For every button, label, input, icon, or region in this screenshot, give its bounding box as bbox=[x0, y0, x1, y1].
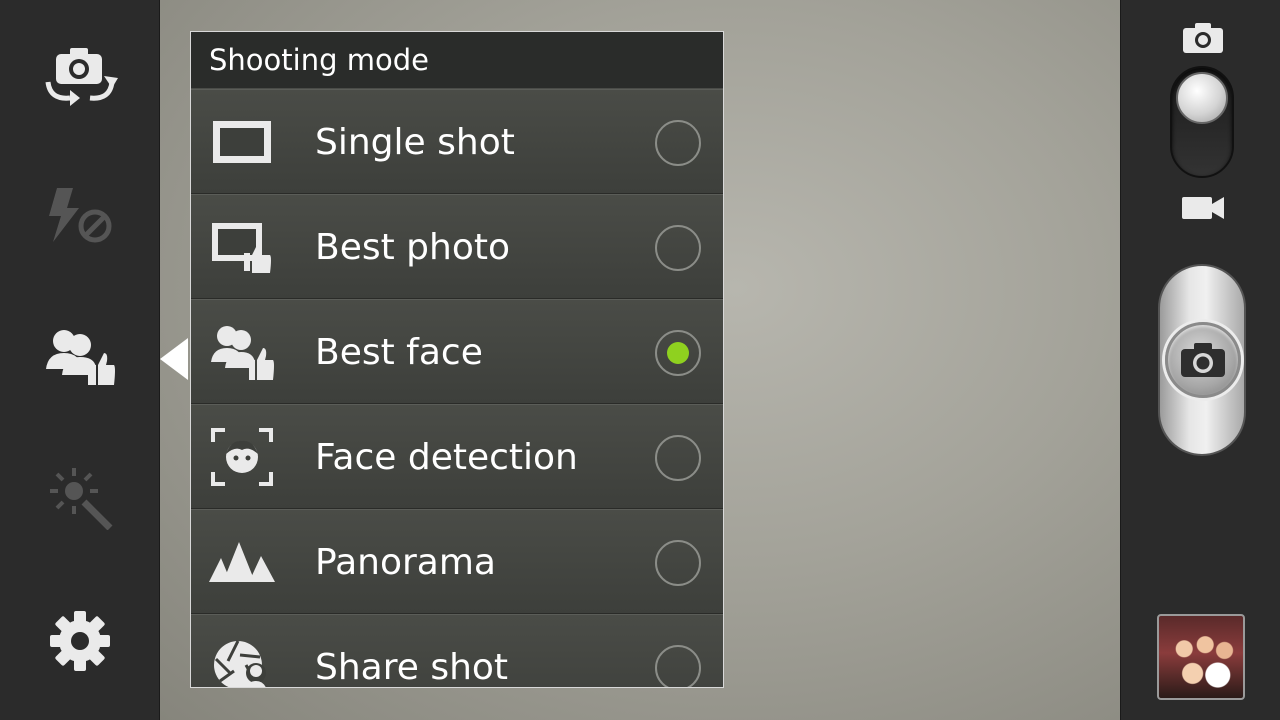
radio-button[interactable] bbox=[655, 645, 701, 687]
mode-label: Panorama bbox=[315, 542, 496, 583]
effects-button[interactable] bbox=[30, 448, 130, 548]
video-mode-icon[interactable] bbox=[1181, 190, 1225, 226]
camera-mode-icon[interactable] bbox=[1181, 20, 1225, 56]
shutter-button[interactable] bbox=[1165, 322, 1241, 398]
mode-item-best-face[interactable]: Best face bbox=[191, 299, 723, 404]
best-photo-icon bbox=[209, 217, 275, 277]
best-face-icon bbox=[209, 322, 275, 382]
mode-label: Single shot bbox=[315, 122, 515, 163]
mode-item-panorama[interactable]: Panorama bbox=[191, 509, 723, 614]
camera-icon bbox=[1181, 343, 1225, 377]
shooting-mode-panel: Shooting mode Single shot Best photo Bes… bbox=[190, 31, 724, 688]
switch-camera-button[interactable] bbox=[30, 26, 130, 126]
menu-pointer-arrow bbox=[160, 338, 188, 380]
right-toolbar bbox=[1120, 0, 1280, 720]
radio-button[interactable] bbox=[655, 225, 701, 271]
effects-icon bbox=[50, 468, 113, 530]
radio-button[interactable] bbox=[655, 540, 701, 586]
radio-button-selected[interactable] bbox=[655, 330, 701, 376]
left-toolbar bbox=[0, 0, 160, 720]
mode-item-face-detection[interactable]: Face detection bbox=[191, 404, 723, 509]
mode-label: Share shot bbox=[315, 647, 509, 688]
mode-label: Face detection bbox=[315, 437, 578, 478]
panorama-icon bbox=[209, 532, 275, 592]
panel-title: Shooting mode bbox=[191, 32, 723, 89]
shooting-mode-button[interactable] bbox=[30, 306, 130, 406]
share-shot-icon bbox=[209, 637, 275, 687]
mode-item-best-photo[interactable]: Best photo bbox=[191, 194, 723, 299]
flash-off-button[interactable] bbox=[30, 166, 130, 266]
shooting-mode-icon bbox=[46, 330, 115, 385]
mode-label: Best face bbox=[315, 332, 483, 373]
toggle-knob[interactable] bbox=[1176, 72, 1228, 124]
switch-camera-icon bbox=[45, 48, 118, 106]
radio-button[interactable] bbox=[655, 120, 701, 166]
single-shot-icon bbox=[209, 112, 275, 172]
radio-button[interactable] bbox=[655, 435, 701, 481]
settings-icon bbox=[50, 611, 110, 671]
camera-video-toggle[interactable] bbox=[1170, 66, 1234, 178]
mode-item-share-shot[interactable]: Share shot bbox=[191, 614, 723, 688]
shutter-control bbox=[1158, 264, 1246, 456]
gallery-thumbnail[interactable] bbox=[1157, 614, 1245, 700]
settings-button[interactable] bbox=[30, 591, 130, 691]
flash-off-icon bbox=[49, 188, 112, 243]
mode-label: Best photo bbox=[315, 227, 510, 268]
face-detection-icon bbox=[209, 427, 275, 487]
mode-item-single-shot[interactable]: Single shot bbox=[191, 89, 723, 194]
